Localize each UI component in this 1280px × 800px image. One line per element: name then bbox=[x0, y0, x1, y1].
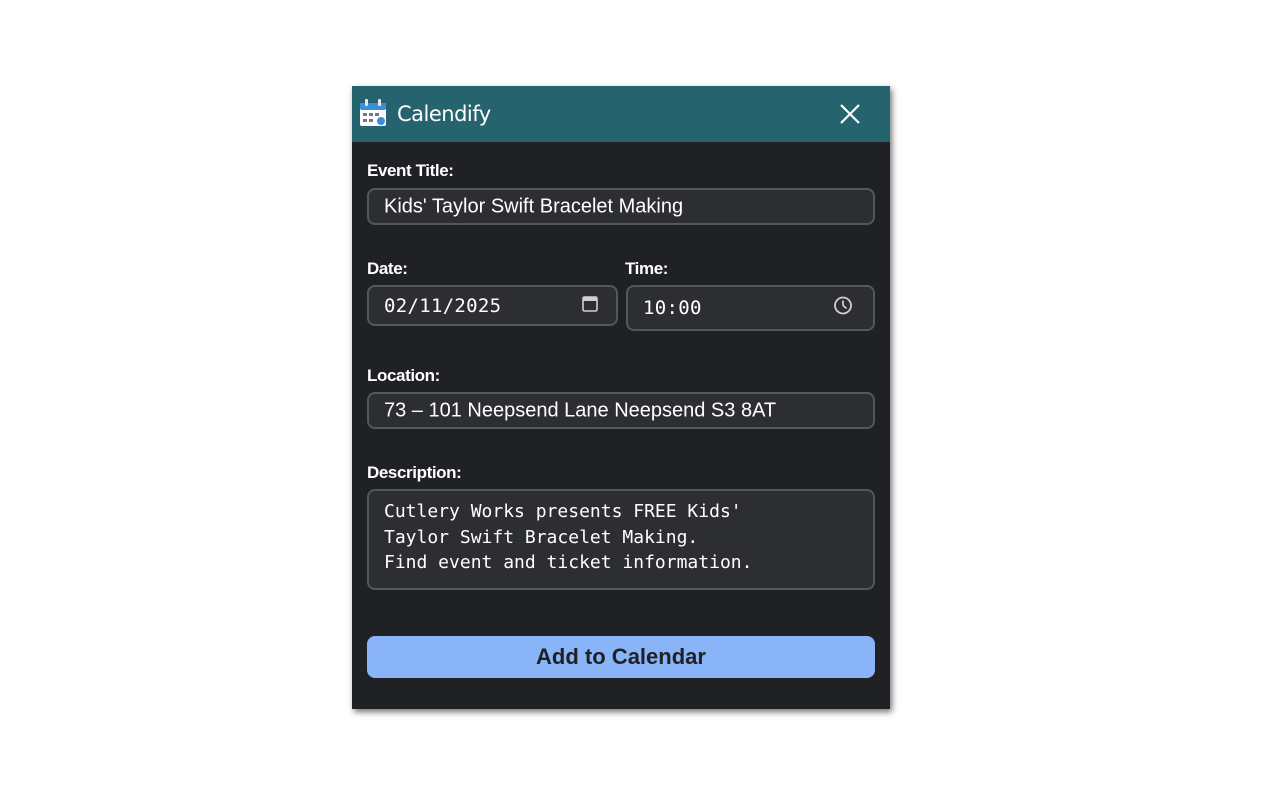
date-input[interactable]: 02/11/2025 bbox=[367, 285, 618, 326]
description-textarea[interactable]: Cutlery Works presents FREE Kids' Taylor… bbox=[367, 489, 875, 590]
description-value: Cutlery Works presents FREE Kids' Taylor… bbox=[384, 501, 753, 573]
clock-icon[interactable] bbox=[833, 296, 853, 321]
close-icon bbox=[840, 104, 860, 124]
calendar-icon bbox=[359, 98, 387, 128]
time-value: 10:00 bbox=[643, 297, 702, 319]
description-label: Description: bbox=[367, 463, 462, 482]
time-label: Time: bbox=[625, 259, 669, 278]
add-to-calendar-label: Add to Calendar bbox=[536, 644, 706, 669]
calendify-window: Calendify Event Title: Kids' Taylor Swif… bbox=[352, 86, 890, 709]
event-title-label: Event Title: bbox=[367, 161, 454, 180]
date-label: Date: bbox=[367, 259, 408, 278]
date-value: 02/11/2025 bbox=[384, 294, 502, 317]
time-input[interactable]: 10:00 bbox=[626, 285, 875, 331]
location-input[interactable]: 73 – 101 Neepsend Lane Neepsend S3 8AT bbox=[367, 392, 875, 429]
add-to-calendar-button[interactable]: Add to Calendar bbox=[367, 636, 875, 678]
title-bar: Calendify bbox=[352, 86, 890, 142]
event-title-input[interactable]: Kids' Taylor Swift Bracelet Making bbox=[367, 188, 875, 225]
location-label: Location: bbox=[367, 366, 440, 385]
location-value: 73 – 101 Neepsend Lane Neepsend S3 8AT bbox=[384, 399, 777, 421]
event-title-value: Kids' Taylor Swift Bracelet Making bbox=[384, 195, 684, 217]
close-button[interactable] bbox=[838, 102, 862, 126]
calendar-picker-icon[interactable] bbox=[582, 295, 598, 317]
app-title: Calendify bbox=[397, 102, 491, 126]
